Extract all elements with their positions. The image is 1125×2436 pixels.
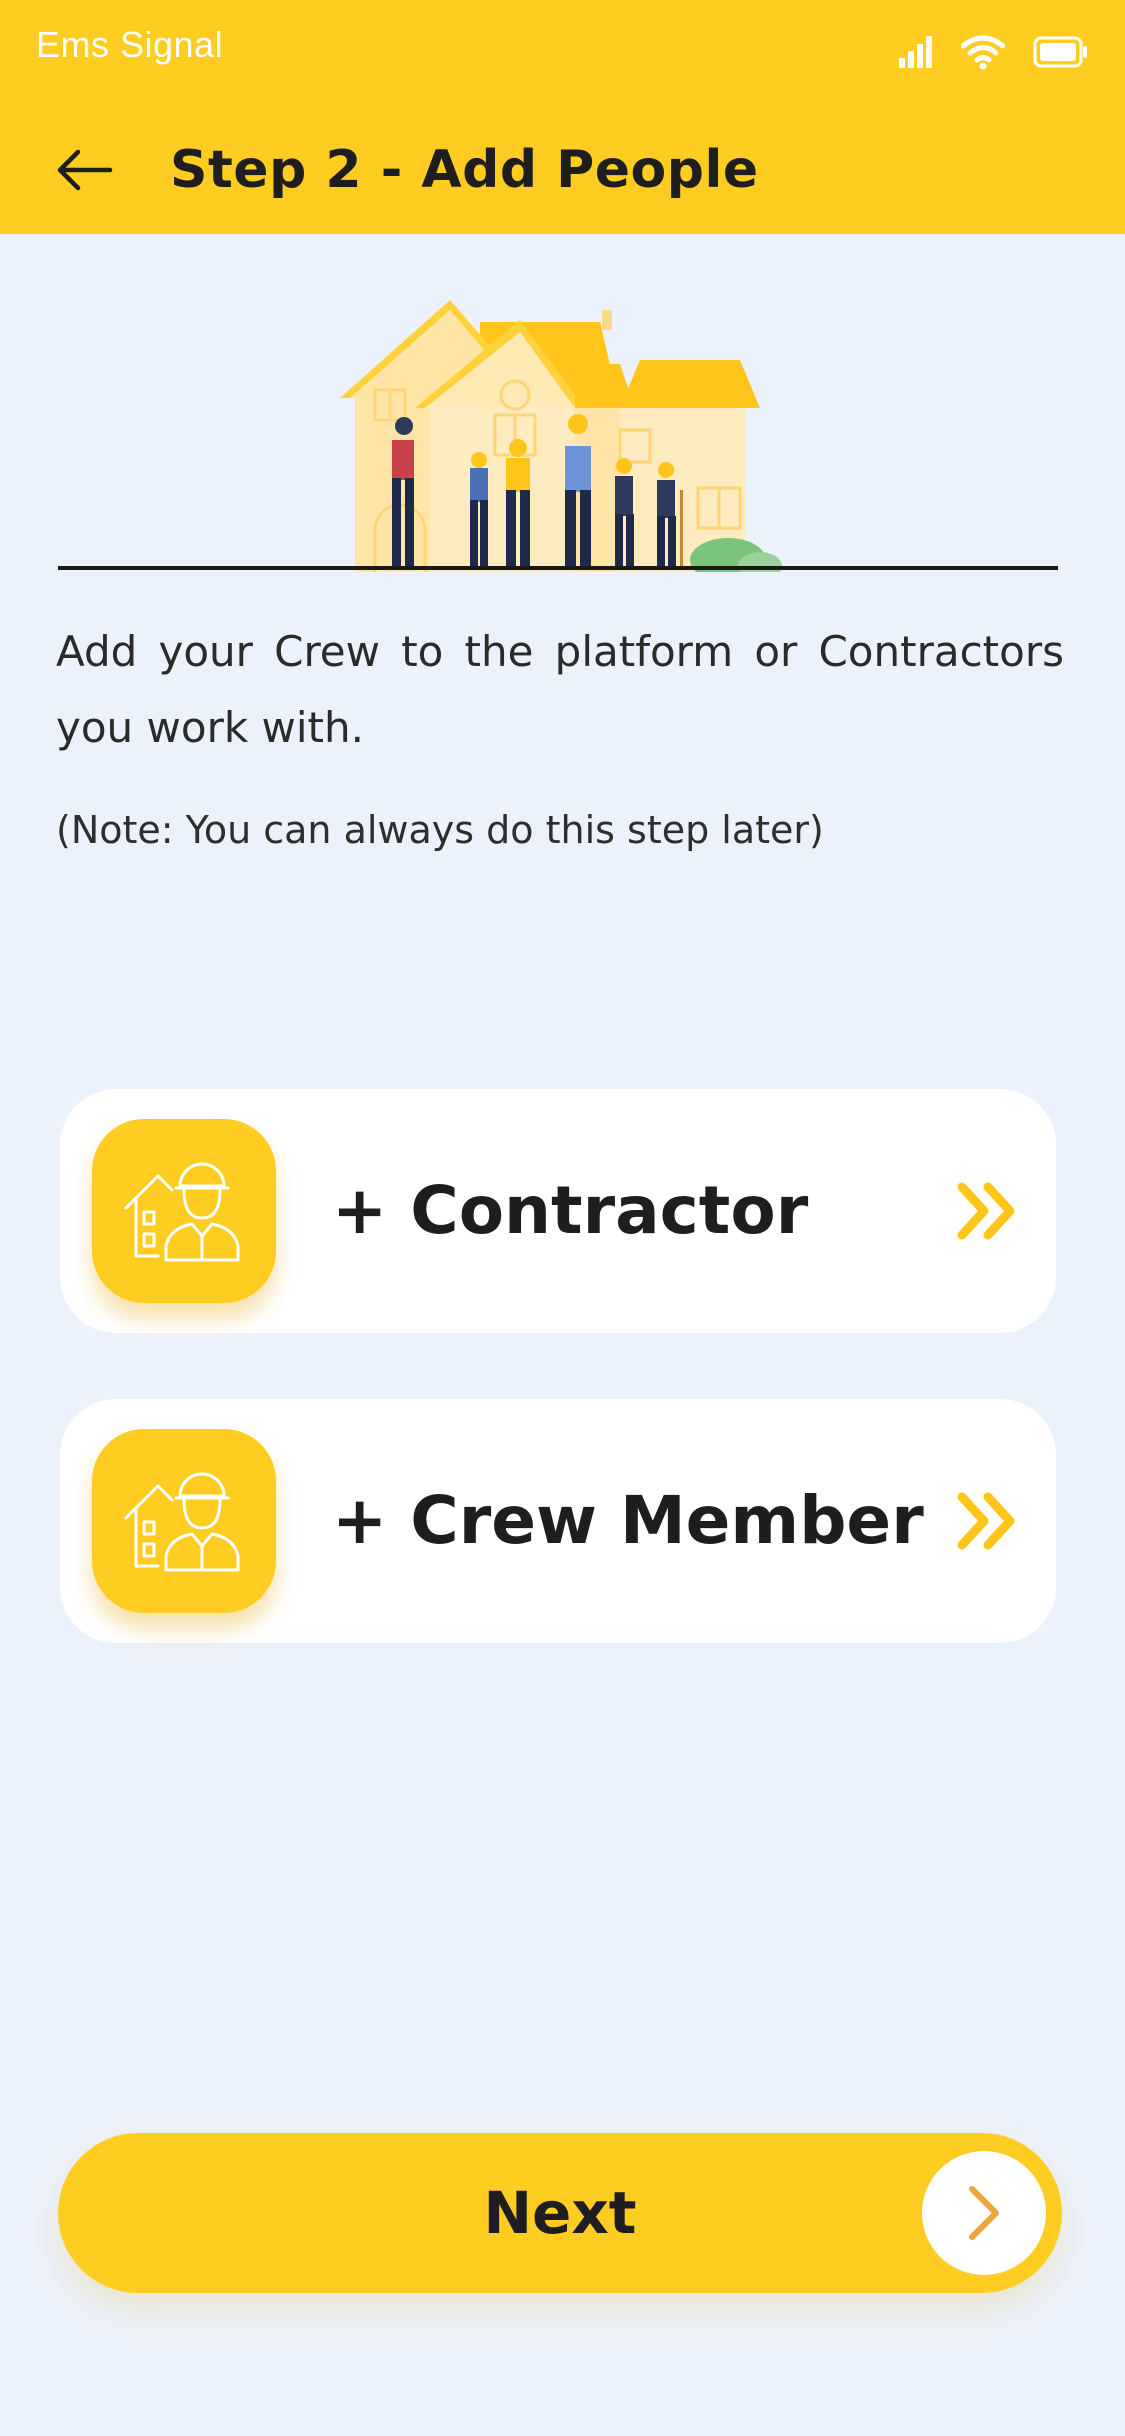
divider-line bbox=[58, 566, 1058, 570]
battery-icon bbox=[1033, 36, 1087, 68]
contractor-icon-box bbox=[92, 1119, 276, 1303]
add-crew-member-card[interactable]: + Crew Member bbox=[60, 1399, 1056, 1643]
contractor-house-icon bbox=[124, 1162, 240, 1262]
chevron-right-icon bbox=[969, 2186, 999, 2240]
back-button[interactable] bbox=[48, 134, 120, 206]
next-button-label: Next bbox=[483, 2179, 637, 2247]
crew-house-illustration bbox=[340, 300, 782, 572]
double-chevron-right-icon bbox=[957, 1492, 1015, 1550]
add-crew-member-label: + Crew Member bbox=[332, 1482, 924, 1559]
status-bar: Ems Signal bbox=[0, 0, 1125, 100]
crew-member-icon-box bbox=[92, 1429, 276, 1613]
wifi-icon bbox=[961, 35, 1005, 70]
app-header: Step 2 - Add People bbox=[0, 100, 1125, 234]
double-chevron-right-icon bbox=[957, 1182, 1015, 1240]
carrier-name: Ems Signal bbox=[36, 24, 224, 65]
next-button[interactable]: Next bbox=[58, 2133, 1062, 2293]
note-text: (Note: You can always do this step later… bbox=[56, 808, 824, 852]
add-contractor-card[interactable]: + Contractor bbox=[60, 1089, 1056, 1333]
cellular-signal-icon bbox=[899, 36, 932, 68]
next-arrow-circle bbox=[922, 2151, 1046, 2275]
status-icons bbox=[897, 30, 1089, 74]
add-contractor-label: + Contractor bbox=[332, 1172, 809, 1249]
back-arrow-icon bbox=[57, 149, 113, 191]
page-title: Step 2 - Add People bbox=[170, 140, 759, 200]
crew-member-icon bbox=[124, 1472, 240, 1572]
intro-text: Add your Crew to the platform or Contrac… bbox=[56, 627, 1064, 752]
